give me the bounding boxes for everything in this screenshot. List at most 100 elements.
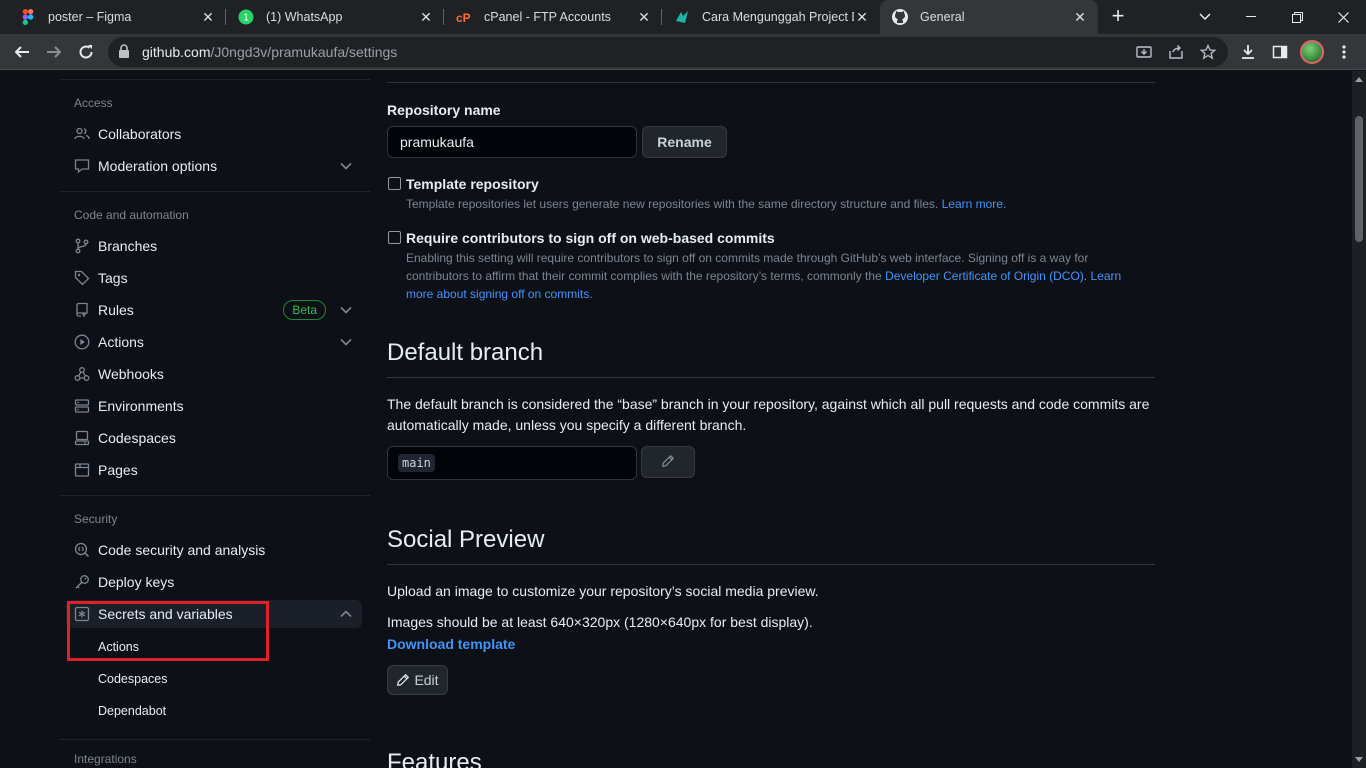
template-repo-label: Template repository: [406, 176, 539, 192]
signoff-label: Require contributors to sign off on web-…: [406, 230, 775, 246]
red-highlight-box: [67, 601, 269, 661]
beta-badge: Beta: [283, 300, 326, 320]
browser-icon: [74, 462, 90, 478]
default-branch-description: The default branch is considered the “ba…: [387, 396, 1150, 433]
chevron-down-icon: [338, 302, 354, 318]
close-icon[interactable]: ✕: [1072, 9, 1088, 25]
side-panel-icon[interactable]: [1266, 38, 1294, 66]
tab-label: (1) WhatsApp: [266, 10, 343, 24]
social-preview-size-note: Images should be at least 640×320px (128…: [387, 614, 813, 630]
sidebar-item-collaborators[interactable]: Collaborators: [66, 120, 362, 148]
download-template-link[interactable]: Download template: [387, 636, 515, 652]
signoff-checkbox[interactable]: [388, 231, 401, 244]
sidebar-item-webhooks[interactable]: Webhooks: [66, 360, 362, 388]
rename-button[interactable]: Rename: [642, 126, 727, 158]
browser-tabstrip: poster – Figma ✕ 1 (1) WhatsApp ✕ cP cPa…: [0, 0, 1366, 34]
url-text: github.com/J0ngd3v/pramukaufa/settings: [142, 44, 398, 60]
svg-text:cP: cP: [456, 11, 471, 23]
restore-button[interactable]: [1274, 0, 1320, 34]
tab-label: cPanel - FTP Accounts: [484, 10, 611, 24]
browser-toolbar: github.com/J0ngd3v/pramukaufa/settings: [0, 34, 1366, 70]
reload-icon[interactable]: [72, 38, 100, 66]
download-icon[interactable]: [1234, 38, 1262, 66]
github-icon: [892, 9, 908, 25]
page-scrollbar[interactable]: [1352, 71, 1366, 768]
learn-more-link[interactable]: Learn more.: [942, 197, 1007, 211]
figma-icon: [20, 9, 36, 25]
svg-text:1: 1: [243, 13, 249, 24]
git-branch-icon: [74, 238, 90, 254]
sidebar-item-tags[interactable]: Tags: [66, 264, 362, 292]
close-icon[interactable]: ✕: [200, 9, 216, 25]
close-icon[interactable]: ✕: [418, 9, 434, 25]
site-icon: [674, 9, 690, 25]
tab-search-icon[interactable]: [1182, 0, 1228, 34]
sidebar-item-codespaces[interactable]: Codespaces: [66, 424, 362, 452]
forward-arrow-icon[interactable]: [40, 38, 68, 66]
repo-push-icon: [74, 302, 90, 318]
chevron-up-icon: [338, 606, 354, 622]
github-settings-page: Access Collaborators Moderation options …: [0, 71, 1352, 768]
repo-name-label: Repository name: [387, 102, 501, 118]
cpanel-icon: cP: [456, 9, 472, 25]
tab-github-general[interactable]: General ✕: [880, 0, 1098, 34]
tab-figma[interactable]: poster – Figma ✕: [8, 0, 226, 34]
server-icon: [74, 398, 90, 414]
chevron-down-icon: [338, 158, 354, 174]
features-heading: Features: [387, 749, 482, 768]
chevron-down-icon: [338, 334, 354, 350]
people-icon: [74, 126, 90, 142]
tab-label: Cara Mengunggah Project D: [702, 10, 854, 24]
install-app-icon[interactable]: [1134, 42, 1154, 62]
tag-icon: [74, 270, 90, 286]
play-icon: [74, 334, 90, 350]
section-title-security: Security: [74, 512, 118, 526]
signoff-note: Enabling this setting will require contr…: [406, 251, 1122, 301]
pencil-icon: [661, 454, 675, 471]
repo-name-input[interactable]: pramukaufa: [387, 126, 637, 158]
sidebar-item-pages[interactable]: Pages: [66, 456, 362, 484]
sidebar-subitem-codespaces[interactable]: Codespaces: [98, 667, 168, 691]
sidebar-item-branches[interactable]: Branches: [66, 232, 362, 260]
close-icon[interactable]: ✕: [854, 9, 870, 25]
sidebar-subitem-dependabot[interactable]: Dependabot: [98, 699, 166, 723]
section-title-access: Access: [74, 96, 113, 110]
settings-main: Repository name pramukaufa Rename Templa…: [387, 71, 1155, 768]
social-preview-heading: Social Preview: [387, 526, 545, 553]
close-icon[interactable]: ✕: [636, 9, 652, 25]
section-title-integrations: Integrations: [74, 752, 137, 766]
back-arrow-icon[interactable]: [8, 38, 36, 66]
whatsapp-icon: 1: [238, 9, 254, 25]
report-icon: [74, 158, 90, 174]
tab-cpanel[interactable]: cP cPanel - FTP Accounts ✕: [444, 0, 662, 34]
pencil-icon: [396, 673, 410, 687]
edit-branch-button[interactable]: [641, 446, 695, 478]
profile-avatar[interactable]: [1300, 40, 1324, 64]
address-bar[interactable]: github.com/J0ngd3v/pramukaufa/settings: [108, 37, 1228, 67]
template-repo-checkbox[interactable]: [388, 177, 401, 190]
close-window-button[interactable]: [1320, 0, 1366, 34]
sidebar-item-moderation[interactable]: Moderation options: [66, 152, 362, 180]
menu-kebab-icon[interactable]: [1330, 38, 1358, 66]
default-branch-field: main: [387, 446, 637, 480]
sidebar-item-rules[interactable]: Rules Beta: [66, 296, 362, 324]
dco-link[interactable]: Developer Certificate of Origin (DCO).: [885, 269, 1087, 283]
template-repo-note: Template repositories let users generate…: [406, 197, 1007, 211]
tab-label: poster – Figma: [48, 10, 132, 24]
sidebar-item-deploy-keys[interactable]: Deploy keys: [66, 568, 362, 596]
sidebar-item-code-security[interactable]: Code security and analysis: [66, 536, 362, 564]
share-icon[interactable]: [1166, 42, 1186, 62]
section-title-code-automation: Code and automation: [74, 208, 189, 222]
new-tab-button[interactable]: +: [1106, 5, 1130, 29]
tab-article[interactable]: Cara Mengunggah Project D ✕: [662, 0, 880, 34]
edit-social-preview-button[interactable]: Edit: [387, 665, 448, 695]
tab-whatsapp[interactable]: 1 (1) WhatsApp ✕: [226, 0, 444, 34]
sidebar-item-actions[interactable]: Actions: [66, 328, 362, 356]
codespaces-icon: [74, 430, 90, 446]
sidebar-item-environments[interactable]: Environments: [66, 392, 362, 420]
tab-label: General: [920, 10, 965, 24]
webhook-icon: [74, 366, 90, 382]
branch-name: main: [398, 454, 435, 472]
bookmark-star-icon[interactable]: [1198, 42, 1218, 62]
minimize-button[interactable]: [1228, 0, 1274, 34]
